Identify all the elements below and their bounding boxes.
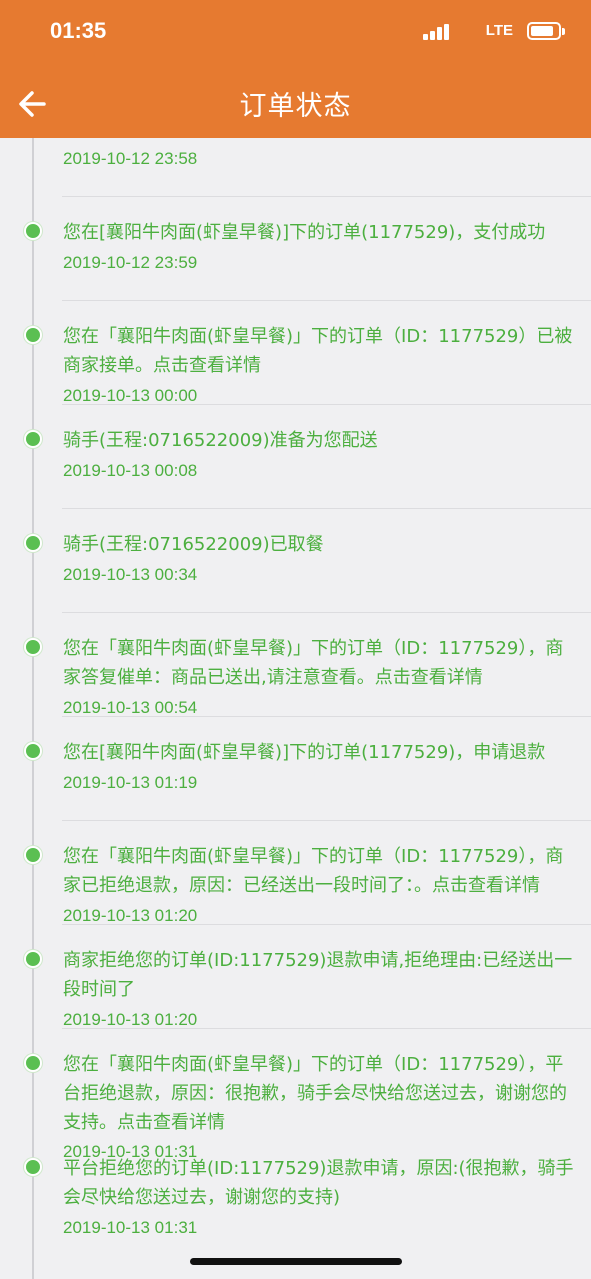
- divider: [62, 508, 591, 509]
- event-time: 2019-10-13 00:08: [63, 461, 198, 480]
- status-dot: [24, 638, 42, 656]
- event-message-link[interactable]: 您在「襄阳牛肉面(虾皇早餐)」下的订单（ID：1177529），平台拒绝退款，原…: [63, 1050, 581, 1137]
- divider: [62, 612, 591, 613]
- network-label: LTE: [485, 22, 513, 39]
- event-message: 骑手(王程:0716522009)已取餐: [63, 534, 324, 555]
- event-time: 2019-10-13 01:31: [63, 1218, 198, 1237]
- battery-icon: [527, 22, 565, 40]
- event-time: 2019-10-13 01:19: [63, 773, 198, 792]
- status-dot: [24, 222, 42, 240]
- status-dot: [24, 846, 42, 864]
- divider: [62, 716, 591, 717]
- event-message: 商家拒绝您的订单(ID:1177529)退款申请,拒绝理由:已经送出一段时间了: [63, 950, 573, 1000]
- event-time: 2019-10-13 00:00: [63, 386, 198, 405]
- event-message: 您在[襄阳牛肉面(虾皇早餐)]下的订单(1177529)，申请退款: [63, 742, 546, 763]
- signal-icon: [423, 24, 451, 40]
- event-time: 2019-10-13 01:20: [63, 906, 198, 925]
- top-bar: 01:35 LTE 订单状态: [0, 0, 591, 138]
- timeline-line: [32, 138, 34, 1279]
- event-message: 平台拒绝您的订单(ID:1177529)退款申请，原因:(很抱歉，骑手会尽快给您…: [63, 1158, 574, 1208]
- divider: [62, 924, 591, 925]
- event-message-link[interactable]: 您在「襄阳牛肉面(虾皇早餐)」下的订单（ID：1177529）已被商家接单。点击…: [63, 322, 581, 380]
- event-time: 2019-10-13 00:54: [63, 698, 198, 717]
- status-icons: LTE: [361, 22, 565, 42]
- event-message-link[interactable]: 您在「襄阳牛肉面(虾皇早餐)」下的订单（ID：1177529），商家答复催单：商…: [63, 634, 581, 692]
- divider: [62, 196, 591, 197]
- status-dot: [24, 1054, 42, 1072]
- event-time: 2019-10-13 01:20: [63, 1010, 198, 1029]
- divider: [62, 1028, 591, 1029]
- home-indicator[interactable]: [190, 1258, 402, 1265]
- order-status-timeline[interactable]: 2019-10-12 23:58 您在[襄阳牛肉面(虾皇早餐)]下的订单(117…: [0, 138, 591, 1279]
- event-message: 骑手(王程:0716522009)准备为您配送: [63, 430, 378, 451]
- status-dot: [24, 950, 42, 968]
- status-dot: [24, 534, 42, 552]
- divider: [62, 820, 591, 821]
- status-time: 01:35: [50, 18, 107, 43]
- status-dot: [24, 1158, 42, 1176]
- divider: [62, 300, 591, 301]
- status-dot: [24, 326, 42, 344]
- event-time: 2019-10-12 23:58: [63, 149, 198, 168]
- event-time: 2019-10-13 00:34: [63, 565, 198, 584]
- page-title: 订单状态: [239, 91, 352, 122]
- status-dot: [24, 742, 42, 760]
- event-message: 您在[襄阳牛肉面(虾皇早餐)]下的订单(1177529)，支付成功: [63, 222, 546, 243]
- event-message-link[interactable]: 您在「襄阳牛肉面(虾皇早餐)」下的订单（ID：1177529），商家已拒绝退款，…: [63, 842, 581, 900]
- status-dot: [24, 430, 42, 448]
- event-time: 2019-10-12 23:59: [63, 253, 198, 272]
- divider: [62, 404, 591, 405]
